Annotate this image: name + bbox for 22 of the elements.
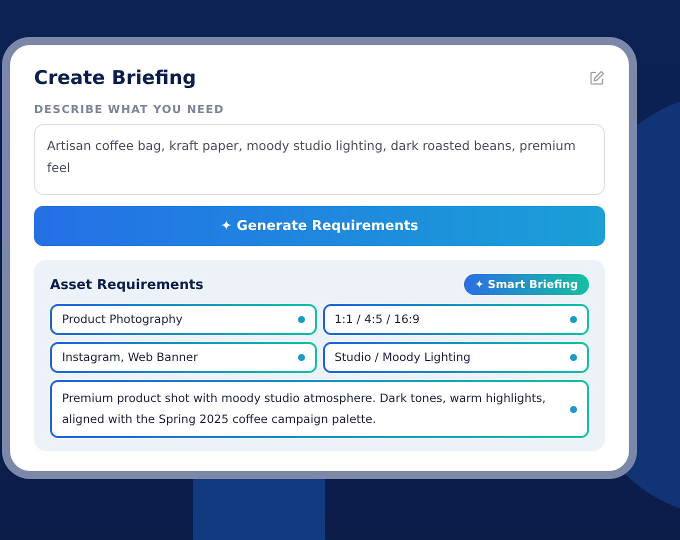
smart-briefing-badge: ✦ Smart Briefing bbox=[464, 274, 589, 295]
edit-icon[interactable] bbox=[589, 70, 605, 86]
generate-button[interactable]: ✦ Generate Requirements bbox=[34, 206, 605, 246]
requirement-field[interactable]: Product Photography bbox=[50, 304, 316, 335]
requirement-text: Premium product shot with moody studio atmosphere. Dark tones, warm highlights, aligned with the Spring 2025 coffee campaign palette. bbox=[62, 390, 547, 428]
requirement-text: 1:1 / 4:5 / 16:9 bbox=[334, 311, 420, 328]
requirement-field[interactable]: Instagram, Web Banner bbox=[50, 342, 316, 373]
status-dot-icon bbox=[570, 354, 577, 361]
status-dot-icon bbox=[298, 316, 304, 323]
status-dot-icon bbox=[298, 354, 304, 361]
requirement-text: Instagram, Web Banner bbox=[62, 349, 198, 366]
requirement-field[interactable]: Studio / Moody Lighting bbox=[322, 342, 589, 373]
requirement-text: Product Photography bbox=[62, 311, 183, 328]
requirement-text: Studio / Moody Lighting bbox=[334, 349, 471, 366]
field-label: DESCRIBE WHAT YOU NEED bbox=[34, 103, 226, 116]
description-input[interactable]: Artisan coffee bag, kraft paper, moody studio lighting, dark roasted beans, premium feel bbox=[34, 124, 605, 195]
requirement-field[interactable]: Premium product shot with moody studio atmosphere. Dark tones, warm highlights, aligned with the Spring 2025 coffee campaign palette. bbox=[50, 380, 589, 438]
card-title: Create Briefing bbox=[34, 67, 196, 89]
requirement-field[interactable]: 1:1 / 4:5 / 16:9 bbox=[322, 304, 589, 335]
status-dot-icon bbox=[570, 316, 577, 323]
panel-title: Asset Requirements bbox=[50, 276, 204, 292]
status-dot-icon bbox=[570, 406, 577, 412]
